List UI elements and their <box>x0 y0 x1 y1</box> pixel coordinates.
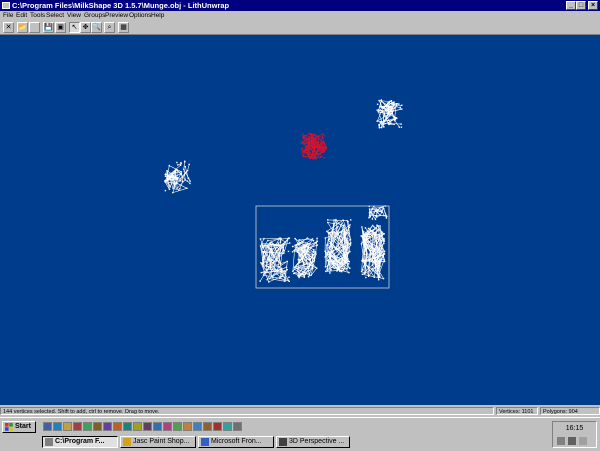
preview-icon[interactable]: ▦ <box>118 22 129 33</box>
network-icon[interactable] <box>579 437 587 445</box>
task-label: Microsoft Fron... <box>211 438 262 445</box>
menu-edit[interactable]: Edit <box>16 11 27 21</box>
uv-island-top-right[interactable] <box>377 99 403 128</box>
toolbar: ✕ 📂 💾 ▣ ↖ ✥ 🔍 ⌕ ▦ <box>0 21 600 35</box>
status-message: 144 vertices selected. Shift to add, ctr… <box>0 407 494 415</box>
app-icon-4[interactable] <box>113 422 122 431</box>
app-icon-7[interactable] <box>143 422 152 431</box>
polygon-count: Polygons: 904 <box>540 407 600 415</box>
menu-select[interactable]: Select <box>46 11 64 21</box>
app-icon-2[interactable] <box>93 422 102 431</box>
uv-island-main-3[interactable] <box>324 219 351 274</box>
ie-icon[interactable] <box>53 422 62 431</box>
blank-icon[interactable] <box>29 22 40 33</box>
zoom-icon[interactable]: 🔍 <box>91 22 102 33</box>
volume-icon[interactable] <box>568 437 576 445</box>
task-button-frontpage[interactable]: Microsoft Fron... <box>198 436 274 448</box>
app-icon-9[interactable] <box>163 422 172 431</box>
tool-icon[interactable] <box>73 422 82 431</box>
app-icon-1[interactable] <box>83 422 92 431</box>
taskbar: Start C:\Program F... Jasc Paint Shop...… <box>0 417 600 451</box>
app-icon-11[interactable] <box>183 422 192 431</box>
menu-preview[interactable]: Preview <box>105 11 128 21</box>
paint-shop-icon <box>123 438 131 446</box>
app-icon-6[interactable] <box>133 422 142 431</box>
open-folder-icon[interactable]: 📂 <box>17 22 28 33</box>
app-icon-12[interactable] <box>193 422 202 431</box>
maximize-button[interactable]: □ <box>576 1 586 10</box>
task-button-milkshape[interactable]: C:\Program F... <box>42 436 118 448</box>
title-bar: C:\Program Files\MilkShape 3D 1.5.7\Mung… <box>0 0 600 11</box>
menu-groups[interactable]: Groups <box>84 11 105 21</box>
uv-mesh-view[interactable] <box>0 35 600 405</box>
window-title: C:\Program Files\MilkShape 3D 1.5.7\Mung… <box>12 0 229 11</box>
uv-canvas[interactable] <box>0 35 600 405</box>
menu-tools[interactable]: Tools <box>30 11 45 21</box>
outlook-icon[interactable] <box>63 422 72 431</box>
menu-help[interactable]: Help <box>151 11 164 21</box>
uv-island-selected[interactable] <box>301 133 327 160</box>
menu-file[interactable]: File <box>3 11 13 21</box>
folder-icon <box>45 438 53 446</box>
uv-island-main-2[interactable] <box>292 237 318 278</box>
app-icon-15[interactable] <box>223 422 232 431</box>
select-arrow-icon[interactable]: ↖ <box>69 22 80 33</box>
task-button-3d-perspective[interactable]: 3D Perspective ... <box>276 436 350 448</box>
start-button[interactable]: Start <box>2 421 36 433</box>
uv-island-main-4[interactable] <box>361 225 386 281</box>
uv-island-left[interactable] <box>164 161 190 194</box>
app-icon-16[interactable] <box>233 422 242 431</box>
uv-island-main-1[interactable] <box>259 237 290 282</box>
save-icon[interactable]: 💾 <box>43 22 54 33</box>
save-as-icon[interactable]: ▣ <box>55 22 66 33</box>
app-icon[interactable] <box>2 2 10 9</box>
app-icon-5[interactable] <box>123 422 132 431</box>
move-icon[interactable]: ✥ <box>80 22 91 33</box>
clock[interactable]: 16:15 <box>553 425 596 432</box>
app-icon-14[interactable] <box>213 422 222 431</box>
close-document-icon[interactable]: ✕ <box>3 22 14 33</box>
status-bar: 144 vertices selected. Shift to add, ctr… <box>0 406 600 416</box>
app-icon-13[interactable] <box>203 422 212 431</box>
menu-bar: File Edit Tools Select View Groups Previ… <box>0 11 600 21</box>
system-tray: 16:15 <box>552 421 597 448</box>
tray-icon[interactable] <box>557 437 565 445</box>
minimize-button[interactable]: _ <box>566 1 576 10</box>
app-icon-8[interactable] <box>153 422 162 431</box>
uv-island-main-5[interactable] <box>368 205 387 220</box>
app-icon-10[interactable] <box>173 422 182 431</box>
close-button[interactable]: × <box>588 1 598 10</box>
menu-view[interactable]: View <box>67 11 81 21</box>
desktop-icon[interactable] <box>43 422 52 431</box>
frontpage-icon <box>201 438 209 446</box>
vertex-count: Vertices: 1101 <box>496 407 538 415</box>
task-button-paint-shop[interactable]: Jasc Paint Shop... <box>120 436 196 448</box>
windows-logo-icon <box>5 423 13 431</box>
app-icon-3[interactable] <box>103 422 112 431</box>
start-label: Start <box>15 423 31 430</box>
menu-options[interactable]: Options <box>129 11 151 21</box>
3d-perspective-icon <box>279 438 287 446</box>
task-label: 3D Perspective ... <box>289 438 344 445</box>
task-label: C:\Program F... <box>55 438 104 445</box>
task-label: Jasc Paint Shop... <box>133 438 189 445</box>
zoom-fit-icon[interactable]: ⌕ <box>104 22 115 33</box>
